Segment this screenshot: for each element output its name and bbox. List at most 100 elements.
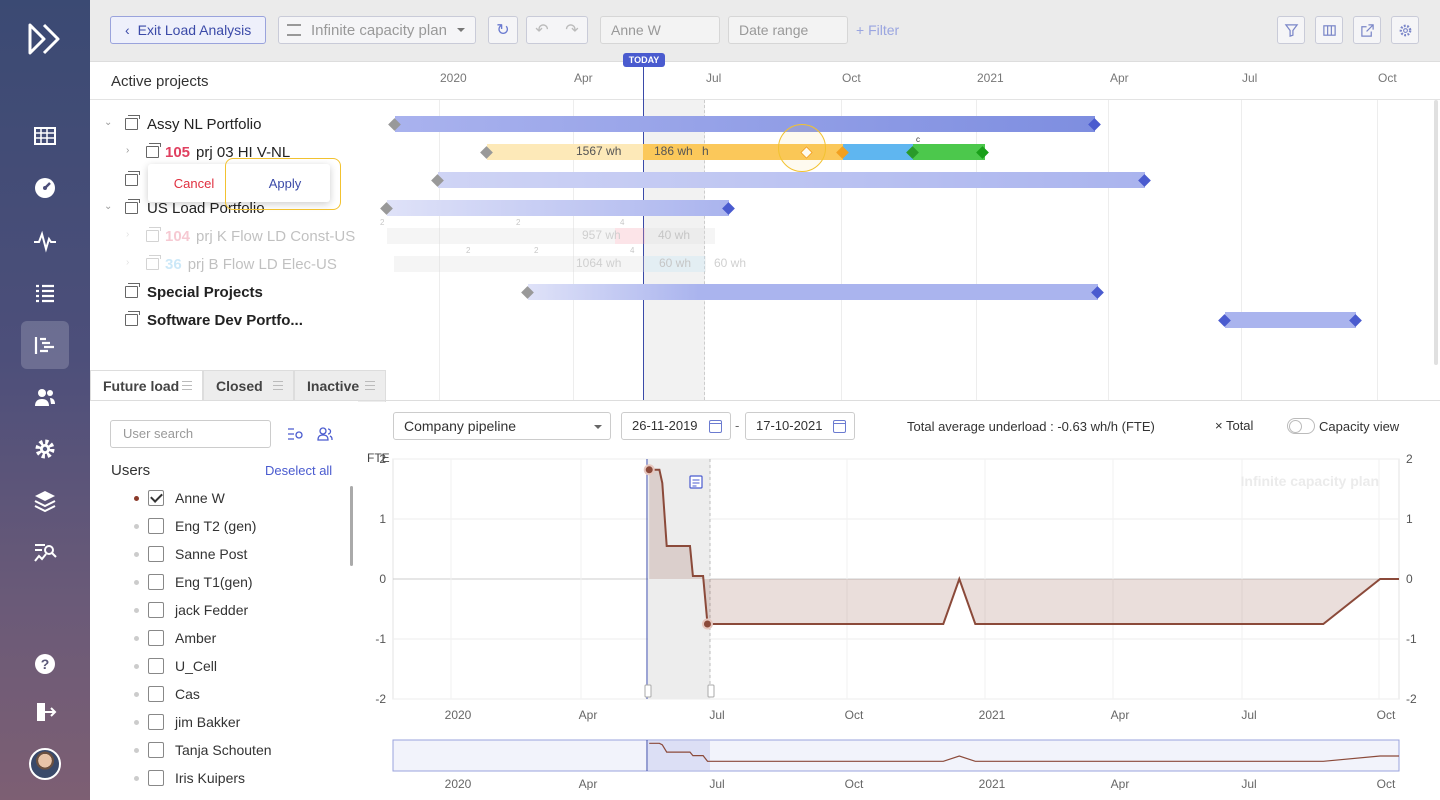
range-handle-right[interactable] [707, 684, 715, 698]
user-row[interactable]: Tanja Schouten [90, 736, 348, 764]
gantt-row[interactable]: › 36 prj B Flow LD Elec-US 1064 wh 60 wh … [90, 246, 1440, 278]
menu-icon[interactable] [182, 381, 192, 390]
data-point[interactable] [701, 618, 713, 630]
nav-pulse-icon[interactable] [21, 217, 69, 265]
chevron-right-icon[interactable]: › [126, 229, 129, 240]
gantt-row[interactable]: Special Projects [90, 278, 1440, 306]
user-checkbox[interactable] [148, 630, 164, 646]
chevron-right-icon[interactable]: › [126, 257, 129, 268]
work-hours-label: 186 wh [654, 144, 693, 158]
chart-watermark: Infinite capacity plan [1241, 473, 1379, 489]
calendar-icon[interactable] [833, 420, 846, 433]
user-row[interactable]: U_Cell [90, 652, 348, 680]
undo-icon[interactable]: ↶ [535, 20, 548, 40]
user-row[interactable]: Sanne Post [90, 540, 348, 568]
user-checkbox[interactable] [148, 686, 164, 702]
sort-users-icon[interactable] [287, 427, 303, 441]
project-bar[interactable] [528, 284, 1098, 300]
user-checkbox[interactable] [148, 770, 164, 786]
project-bar[interactable] [438, 172, 1145, 188]
menu-icon[interactable] [273, 381, 283, 390]
nav-logout-icon[interactable] [21, 688, 69, 736]
menu-icon[interactable] [365, 381, 375, 390]
user-row[interactable]: jack Fedder [90, 596, 348, 624]
user-checkbox[interactable] [148, 546, 164, 562]
filter-icon[interactable] [1277, 16, 1305, 44]
gantt-row[interactable]: Software Dev Portfo... [90, 306, 1440, 334]
nav-analysis-icon[interactable] [21, 529, 69, 577]
nav-list-icon[interactable] [21, 269, 69, 317]
user-filter-input[interactable]: Anne W [600, 16, 720, 44]
gantt-scrollbar[interactable] [1434, 100, 1438, 365]
range-handle-left[interactable] [644, 684, 652, 698]
gantt-row[interactable]: ⌄ Assy NL Portfolio [90, 110, 1440, 138]
project-bar[interactable] [387, 200, 729, 216]
user-checkbox[interactable] [148, 602, 164, 618]
note-icon[interactable] [689, 475, 703, 489]
data-point[interactable] [643, 464, 655, 476]
user-list-scrollbar[interactable] [350, 486, 353, 566]
task-bar[interactable] [913, 144, 985, 160]
nav-help-icon[interactable]: ? [21, 640, 69, 688]
date-from-input[interactable]: 26-11-2019 [621, 412, 731, 440]
date-range-input[interactable]: Date range [728, 16, 848, 44]
avatar[interactable] [29, 748, 61, 780]
chevron-right-icon[interactable]: › [126, 145, 129, 156]
capacity-view-toggle[interactable] [1287, 418, 1315, 434]
user-row[interactable]: Cas [90, 680, 348, 708]
svg-text:?: ? [41, 656, 50, 672]
total-legend-item[interactable]: × Total [1215, 418, 1253, 433]
user-groups-icon[interactable] [317, 427, 333, 441]
deselect-all-link[interactable]: Deselect all [265, 463, 332, 478]
project-bar[interactable] [395, 116, 1095, 132]
redo-icon[interactable]: ↷ [565, 20, 578, 40]
task-bar[interactable] [843, 144, 913, 160]
columns-icon[interactable] [1315, 16, 1343, 44]
nav-calendar-icon[interactable] [21, 112, 69, 160]
drag-handle-highlight[interactable] [778, 124, 826, 172]
load-chart[interactable]: 2 21 10 0-1 -1-2 -2 FTE Infinite capacity pla… [360, 450, 1430, 790]
add-filter-link[interactable]: + Filter [856, 22, 899, 38]
user-row[interactable]: jim Bakker [90, 708, 348, 736]
plan-select[interactable]: Infinite capacity plan [278, 16, 476, 44]
pipeline-select[interactable]: Company pipeline [393, 412, 611, 440]
user-checkbox[interactable] [148, 714, 164, 730]
user-search-input[interactable]: User search [110, 420, 271, 448]
user-row[interactable]: Amber [90, 624, 348, 652]
gantt-row[interactable]: › 104 prj K Flow LD Const-US 957 wh 40 wh… [90, 218, 1440, 250]
user-name: Tanja Schouten [175, 742, 272, 758]
nav-gantt-icon[interactable] [21, 321, 69, 369]
user-checkbox[interactable] [148, 742, 164, 758]
tab-inactive[interactable]: Inactive [294, 370, 386, 402]
tab-closed[interactable]: Closed [203, 370, 294, 402]
calendar-icon[interactable] [709, 420, 722, 433]
user-color-dot [134, 664, 139, 669]
work-hours-label: 957 wh [582, 228, 621, 242]
project-bar[interactable] [1225, 312, 1356, 328]
user-checkbox[interactable] [148, 658, 164, 674]
nav-dashboard-icon[interactable] [21, 164, 69, 212]
timeline-tick: Apr [574, 71, 593, 85]
export-icon[interactable] [1353, 16, 1381, 44]
date-to-input[interactable]: 17-10-2021 [745, 412, 855, 440]
nav-users-icon[interactable] [21, 373, 69, 421]
app-logo-icon[interactable] [27, 22, 65, 56]
chevron-down-icon[interactable]: ⌄ [104, 201, 112, 212]
user-checkbox[interactable] [148, 518, 164, 534]
navigator[interactable] [392, 739, 1400, 772]
project-name: prj B Flow LD Elec-US [187, 256, 337, 273]
user-row[interactable]: Anne W [90, 484, 348, 512]
refresh-button[interactable]: ↻ [488, 16, 518, 44]
nav-layers-icon[interactable] [21, 477, 69, 525]
settings-icon[interactable] [1391, 16, 1419, 44]
nav-settings-icon[interactable] [21, 425, 69, 473]
user-row[interactable]: Eng T2 (gen) [90, 512, 348, 540]
exit-load-analysis-button[interactable]: ‹ Exit Load Analysis [110, 16, 266, 44]
user-row[interactable]: Eng T1(gen) [90, 568, 348, 596]
users-title: Users [111, 462, 151, 479]
user-checkbox[interactable] [148, 574, 164, 590]
tab-future-load[interactable]: Future load [90, 370, 203, 402]
chevron-down-icon[interactable]: ⌄ [104, 117, 112, 128]
user-checkbox[interactable] [148, 490, 164, 506]
user-row[interactable]: Iris Kuipers [90, 764, 348, 792]
